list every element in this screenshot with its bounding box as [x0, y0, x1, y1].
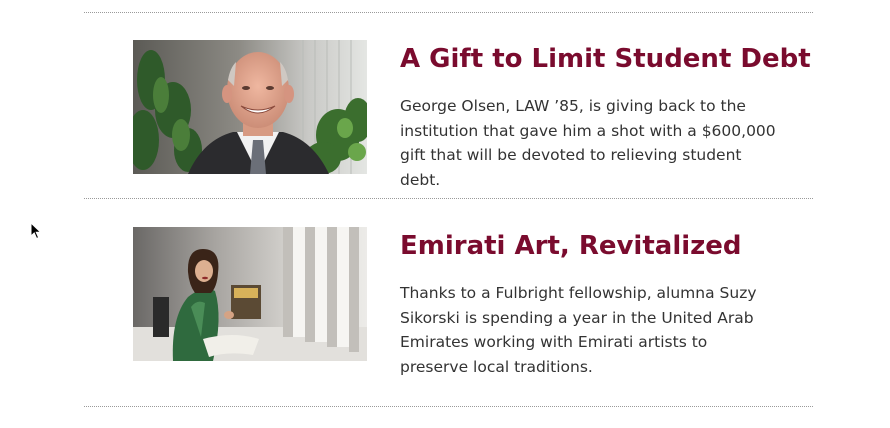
portrait-photo [133, 227, 367, 361]
article-thumbnail-george-olsen[interactable] [133, 40, 367, 174]
divider [84, 198, 813, 199]
article-text: Emirati Art, Revitalized Thanks to a Ful… [400, 227, 780, 379]
divider [84, 406, 813, 407]
mouse-pointer-icon [30, 222, 42, 240]
article-summary: George Olsen, LAW ’85, is giving back to… [400, 97, 776, 189]
divider [84, 12, 813, 13]
article-text: A Gift to Limit Student Debt George Olse… [400, 40, 811, 192]
article-summary: Thanks to a Fulbright fellowship, alumna… [400, 284, 757, 376]
news-list-page: A Gift to Limit Student Debt George Olse… [0, 0, 890, 428]
portrait-photo [133, 40, 367, 174]
article-title-link[interactable]: A Gift to Limit Student Debt [400, 42, 811, 76]
article-thumbnail-suzy-sikorski[interactable] [133, 227, 367, 361]
article-title-link[interactable]: Emirati Art, Revitalized [400, 229, 780, 263]
